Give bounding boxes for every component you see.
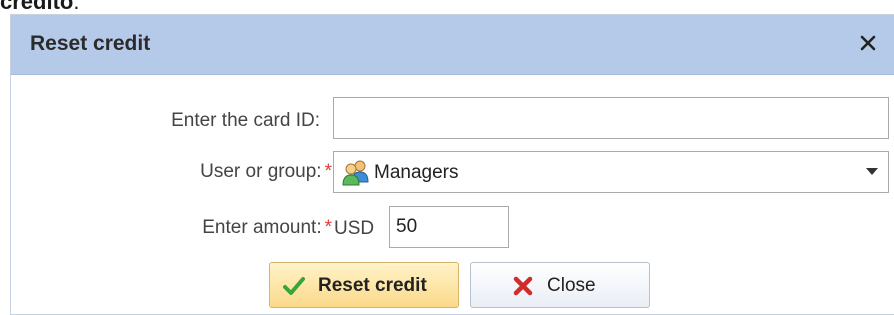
required-marker: * bbox=[324, 217, 332, 238]
user-group-selected-value: Managers bbox=[374, 162, 459, 183]
reset-credit-button-label: Reset credit bbox=[318, 275, 427, 296]
chevron-down-icon bbox=[866, 168, 878, 175]
user-group-label: User or group: * bbox=[200, 161, 332, 183]
dialog-titlebar: Reset credit bbox=[11, 15, 894, 75]
user-group-icon bbox=[340, 158, 370, 186]
amount-label-text: Enter amount: bbox=[202, 217, 322, 238]
amount-input[interactable] bbox=[389, 206, 509, 248]
heading-period: . bbox=[73, 0, 80, 14]
heading-text: credito bbox=[0, 0, 74, 14]
x-icon bbox=[511, 274, 535, 298]
dialog-title: Reset credit bbox=[30, 32, 151, 55]
page-heading-fragment: credito. bbox=[0, 0, 79, 13]
user-group-select[interactable]: Managers bbox=[333, 151, 889, 193]
checkmark-icon bbox=[282, 274, 306, 298]
card-id-input[interactable] bbox=[333, 97, 889, 139]
currency-label: USD bbox=[334, 218, 375, 239]
required-marker: * bbox=[324, 161, 332, 182]
card-id-label-text: Enter the card ID: bbox=[171, 110, 320, 131]
card-id-label: Enter the card ID: bbox=[171, 110, 320, 132]
close-button[interactable]: Close bbox=[470, 262, 650, 308]
close-button-label: Close bbox=[547, 275, 596, 296]
close-icon[interactable] bbox=[854, 29, 882, 57]
reset-credit-dialog: Reset credit Enter the card ID: User or … bbox=[10, 14, 894, 315]
amount-label: Enter amount: * bbox=[202, 217, 332, 239]
reset-credit-button[interactable]: Reset credit bbox=[269, 262, 459, 308]
user-group-label-text: User or group: bbox=[200, 161, 322, 182]
